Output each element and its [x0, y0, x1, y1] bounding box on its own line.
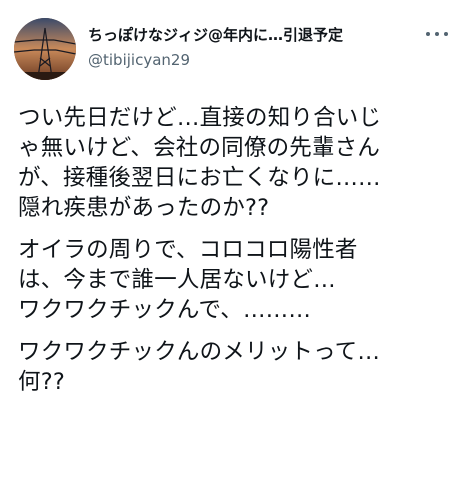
user-names: ちっぽけなジィジ@年内に…引退予定 @tibijicyan29 [88, 26, 418, 70]
avatar[interactable] [14, 18, 76, 80]
user-handle[interactable]: @tibijicyan29 [88, 51, 418, 70]
more-options-button[interactable] [426, 28, 448, 40]
tweet-line: オイラの周りで、コロコロ陽性者 [18, 237, 358, 263]
tweet: ちっぽけなジィジ@年内に…引退予定 @tibijicyan29 つい先日だけど…… [0, 0, 463, 480]
tweet-line: が、接種後翌日にお亡くなりに…… [18, 165, 381, 191]
tweet-line: つい先日だけど…直接の知り合いじ [18, 105, 382, 131]
tweet-paragraph: オイラの周りで、コロコロ陽性者 は、今まで誰一人居ないけど… ワクワクチックんで… [18, 235, 453, 325]
tweet-header: ちっぽけなジィジ@年内に…引退予定 @tibijicyan29 [14, 14, 454, 80]
tweet-text: つい先日だけど…直接の知り合いじ ゃ無いけど、会社の同僚の先輩さん が、接種後翌… [18, 103, 453, 409]
tweet-line: 何?? [18, 369, 65, 395]
tweet-line: は、今まで誰一人居ないけど… [18, 267, 336, 293]
tweet-line: 隠れ疾患があったのか?? [18, 195, 270, 221]
display-name[interactable]: ちっぽけなジィジ@年内に…引退予定 [88, 26, 418, 45]
tweet-line: ワクワクチックんで、……… [18, 297, 312, 323]
tweet-paragraph: つい先日だけど…直接の知り合いじ ゃ無いけど、会社の同僚の先輩さん が、接種後翌… [18, 103, 453, 223]
tweet-line: ゃ無いけど、会社の同僚の先輩さん [18, 135, 381, 161]
tweet-line: ワクワクチックんのメリットって… [18, 339, 381, 365]
tweet-paragraph: ワクワクチックんのメリットって… 何?? [18, 337, 453, 397]
more-horizontal-icon [435, 32, 439, 36]
more-horizontal-icon [444, 32, 448, 36]
power-tower-sunset-avatar-icon [14, 18, 76, 80]
more-horizontal-icon [426, 32, 430, 36]
